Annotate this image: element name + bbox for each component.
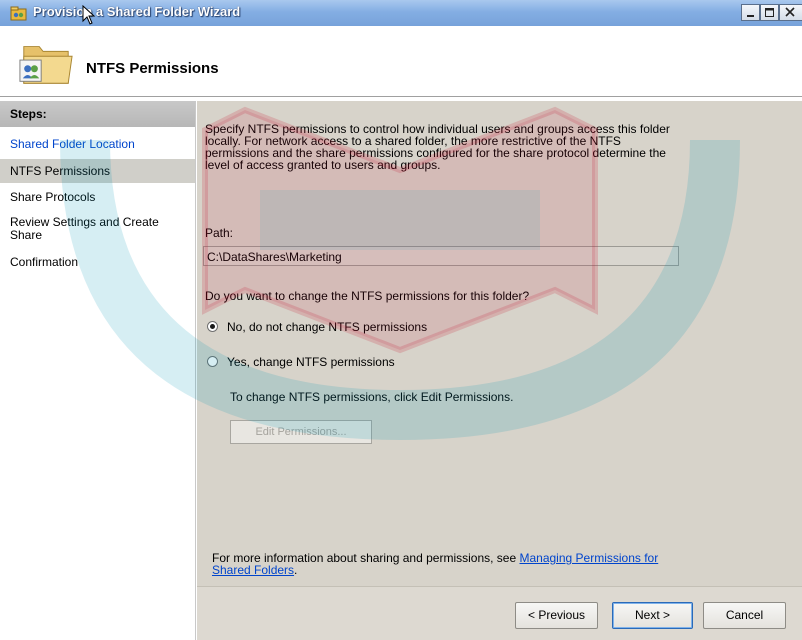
path-label: Path:	[205, 226, 234, 240]
radio-no-change-label[interactable]: No, do not change NTFS permissions	[227, 320, 427, 334]
cancel-button[interactable]: Cancel	[703, 602, 786, 629]
more-info-suffix: .	[294, 563, 298, 577]
close-button[interactable]	[779, 4, 802, 21]
more-info-text: For more information about sharing and p…	[212, 552, 682, 576]
steps-header: Steps:	[0, 101, 195, 127]
step-shared-folder-location[interactable]: Shared Folder Location	[0, 138, 195, 151]
radio-yes-change-label[interactable]: Yes, change NTFS permissions	[227, 355, 395, 369]
close-icon	[785, 7, 795, 17]
maximize-icon	[765, 8, 774, 17]
intro-text: Specify NTFS permissions to control how …	[205, 122, 670, 172]
shared-folder-icon	[19, 46, 73, 84]
step-ntfs-permissions[interactable]: NTFS Permissions	[0, 159, 195, 183]
title-bar[interactable]: Provision a Shared Folder Wizard	[0, 0, 802, 26]
path-field: C:\DataShares\Marketing	[203, 246, 679, 266]
step-share-protocols[interactable]: Share Protocols	[0, 191, 195, 204]
mouse-cursor-icon	[82, 5, 96, 25]
step-confirmation[interactable]: Confirmation	[0, 256, 195, 269]
radio-no-change-button[interactable]	[207, 321, 218, 332]
change-hint-text: To change NTFS permissions, click Edit P…	[230, 390, 514, 404]
page-title: NTFS Permissions	[86, 60, 219, 77]
steps-title: Steps:	[10, 107, 47, 121]
maximize-button[interactable]	[760, 4, 779, 21]
radio-selected-dot	[210, 324, 215, 329]
step-review-settings[interactable]: Review Settings and Create Share	[0, 216, 180, 242]
wizard-window: Provision a Shared Folder Wizard NTFS Pe…	[0, 0, 802, 640]
wizard-icon	[10, 6, 27, 21]
header-divider	[0, 96, 802, 97]
permissions-question: Do you want to change the NTFS permissio…	[205, 289, 530, 303]
minimize-icon	[747, 15, 754, 17]
next-button[interactable]: Next >	[612, 602, 693, 629]
edit-permissions-button[interactable]: Edit Permissions...	[230, 420, 372, 444]
main-pane	[197, 101, 802, 586]
steps-pane: Steps: Shared Folder Location NTFS Permi…	[0, 101, 196, 640]
radio-yes-change-button[interactable]	[207, 356, 218, 367]
previous-button[interactable]: < Previous	[515, 602, 598, 629]
window-title: Provision a Shared Folder Wizard	[33, 4, 241, 19]
minimize-button[interactable]	[741, 4, 760, 21]
